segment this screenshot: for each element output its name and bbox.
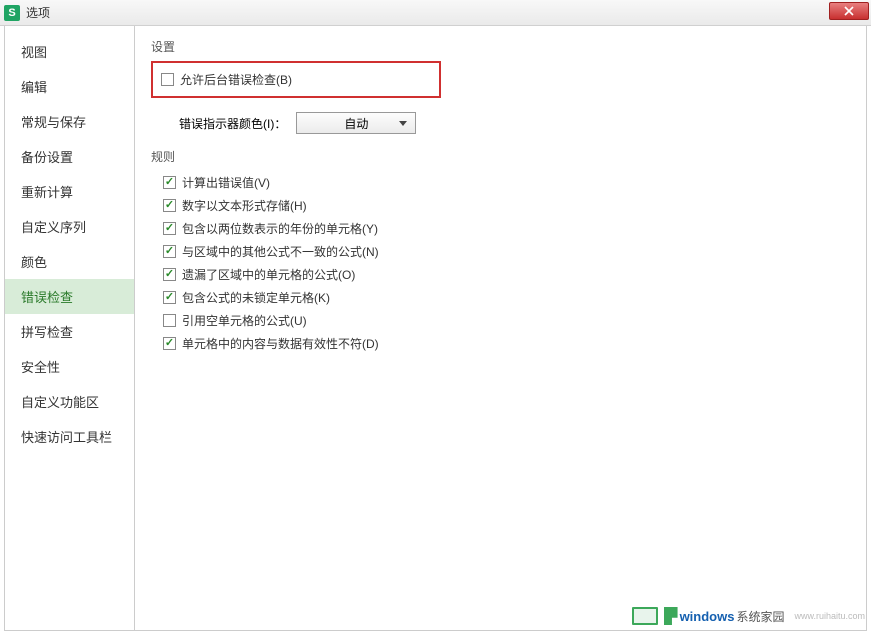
rule-label-1: 数字以文本形式存储(H) [182, 197, 307, 214]
rule-row-7[interactable]: 单元格中的内容与数据有效性不符(D) [163, 332, 850, 355]
rule-checkbox-2[interactable] [163, 222, 176, 235]
sidebar-item-11[interactable]: 快速访问工具栏 [5, 419, 134, 454]
watermark: windows 系统家园 www.ruihaitu.com [632, 607, 865, 625]
rule-row-0[interactable]: 计算出错误值(V) [163, 171, 850, 194]
rules-section-label: 规则 [151, 148, 850, 165]
highlight-box: 允许后台错误检查(B) [151, 61, 441, 98]
settings-section-label: 设置 [151, 38, 850, 55]
watermark-logo: windows 系统家园 [664, 607, 785, 625]
watermark-url: www.ruihaitu.com [794, 612, 865, 621]
close-button[interactable] [829, 2, 869, 20]
rule-row-4[interactable]: 遗漏了区域中的单元格的公式(O) [163, 263, 850, 286]
sidebar-item-0[interactable]: 视图 [5, 34, 134, 69]
allow-bg-check-label: 允许后台错误检查(B) [180, 71, 292, 88]
rule-checkbox-4[interactable] [163, 268, 176, 281]
sidebar: 视图编辑常规与保存备份设置重新计算自定义序列颜色错误检查拼写检查安全性自定义功能… [5, 26, 135, 630]
content-area: 视图编辑常规与保存备份设置重新计算自定义序列颜色错误检查拼写检查安全性自定义功能… [4, 26, 867, 631]
rules-list: 计算出错误值(V) 数字以文本形式存储(H) 包含以两位数表示的年份的单元格(Y) 与… [163, 171, 850, 355]
rule-checkbox-0[interactable] [163, 176, 176, 189]
indicator-color-label: 错误指示器颜色(I)： [179, 115, 286, 132]
main-panel: 设置 允许后台错误检查(B) 错误指示器颜色(I)： 自动 规则 计算出错误值(… [135, 26, 866, 630]
indicator-color-value: 自动 [344, 115, 368, 132]
indicator-color-row: 错误指示器颜色(I)： 自动 [179, 112, 850, 134]
rule-checkbox-6[interactable] [163, 314, 176, 327]
sidebar-item-9[interactable]: 安全性 [5, 349, 134, 384]
sidebar-item-3[interactable]: 备份设置 [5, 139, 134, 174]
rule-row-3[interactable]: 与区域中的其他公式不一致的公式(N) [163, 240, 850, 263]
close-icon [844, 6, 854, 16]
window-title: 选项 [26, 4, 50, 21]
watermark-flag-icon [664, 607, 678, 625]
rule-checkbox-7[interactable] [163, 337, 176, 350]
titlebar: S 选项 [0, 0, 871, 26]
allow-bg-check-checkbox[interactable] [161, 73, 174, 86]
allow-bg-check-row[interactable]: 允许后台错误检查(B) [161, 69, 431, 90]
rule-label-2: 包含以两位数表示的年份的单元格(Y) [182, 220, 378, 237]
rule-label-4: 遗漏了区域中的单元格的公式(O) [182, 266, 355, 283]
sidebar-item-4[interactable]: 重新计算 [5, 174, 134, 209]
sidebar-item-10[interactable]: 自定义功能区 [5, 384, 134, 419]
rule-checkbox-5[interactable] [163, 291, 176, 304]
sidebar-item-5[interactable]: 自定义序列 [5, 209, 134, 244]
sidebar-item-8[interactable]: 拼写检查 [5, 314, 134, 349]
indicator-color-dropdown[interactable]: 自动 [296, 112, 416, 134]
rule-label-3: 与区域中的其他公式不一致的公式(N) [182, 243, 379, 260]
watermark-rect-icon [632, 607, 658, 625]
watermark-text-2: 系统家园 [736, 608, 784, 625]
rule-row-6[interactable]: 引用空单元格的公式(U) [163, 309, 850, 332]
watermark-text-1: windows [680, 609, 735, 624]
rule-label-0: 计算出错误值(V) [182, 174, 270, 191]
sidebar-item-7[interactable]: 错误检查 [5, 279, 134, 314]
rule-row-2[interactable]: 包含以两位数表示的年份的单元格(Y) [163, 217, 850, 240]
rule-row-5[interactable]: 包含公式的未锁定单元格(K) [163, 286, 850, 309]
rule-label-5: 包含公式的未锁定单元格(K) [182, 289, 330, 306]
rule-label-7: 单元格中的内容与数据有效性不符(D) [182, 335, 379, 352]
app-icon: S [4, 5, 20, 21]
sidebar-item-6[interactable]: 颜色 [5, 244, 134, 279]
sidebar-item-2[interactable]: 常规与保存 [5, 104, 134, 139]
rule-label-6: 引用空单元格的公式(U) [182, 312, 307, 329]
sidebar-item-1[interactable]: 编辑 [5, 69, 134, 104]
rule-checkbox-1[interactable] [163, 199, 176, 212]
rule-checkbox-3[interactable] [163, 245, 176, 258]
rule-row-1[interactable]: 数字以文本形式存储(H) [163, 194, 850, 217]
